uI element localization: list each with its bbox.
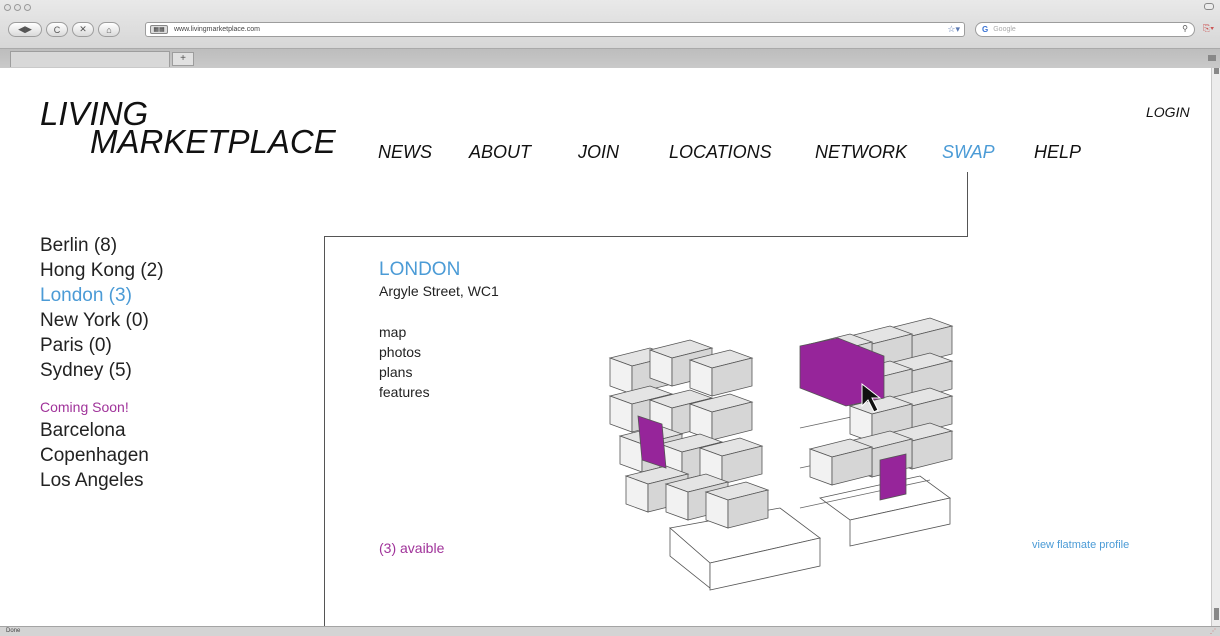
nav-about[interactable]: ABOUT — [469, 142, 531, 163]
stop-button[interactable]: ✕ — [72, 22, 94, 37]
city-sidebar: Berlin (8) Hong Kong (2) London (3) New … — [40, 233, 164, 493]
url-text[interactable]: www.livingmarketplace.com — [174, 26, 260, 33]
coming-soon-city-copenhagen: Copenhagen — [40, 445, 149, 466]
reload-button[interactable]: C — [46, 22, 68, 37]
search-icon[interactable]: ⚲ — [1182, 24, 1188, 33]
plans-link[interactable]: plans — [379, 362, 430, 382]
stop-icon: ✕ — [79, 24, 87, 34]
browser-tab[interactable] — [10, 51, 170, 67]
window-controls — [4, 4, 31, 11]
panel-left-border — [324, 236, 325, 626]
swap-connector-vertical — [967, 172, 968, 236]
scroll-arrows[interactable] — [1214, 608, 1219, 620]
tab-overflow-icon[interactable] — [1208, 55, 1216, 61]
vertical-scrollbar[interactable] — [1211, 68, 1220, 626]
toolbar-toggle-icon[interactable] — [1204, 3, 1214, 10]
home-icon: ⌂ — [106, 24, 112, 35]
city-link-new-york[interactable]: New York (0) — [40, 308, 164, 333]
features-link[interactable]: features — [379, 382, 430, 402]
nav-locations[interactable]: LOCATIONS — [669, 142, 772, 163]
bookmark-star-icon[interactable]: ☆▾ — [947, 24, 960, 35]
close-window-icon[interactable] — [4, 4, 11, 11]
photos-link[interactable]: photos — [379, 342, 430, 362]
nav-swap[interactable]: SWAP — [942, 142, 995, 163]
coming-soon-city-los-angeles: Los Angeles — [40, 470, 144, 491]
city-link-london[interactable]: London (3) — [40, 283, 164, 308]
available-count: (3) avaible — [379, 540, 445, 556]
resize-grip-icon[interactable]: ⋰ — [1210, 628, 1216, 635]
home-button[interactable]: ⌂ — [98, 22, 120, 37]
scroll-thumb[interactable] — [1214, 68, 1219, 74]
browser-chrome: ◀ ▶ C ✕ ⌂ ▦▦ www.livingmarketplace.com ☆… — [0, 0, 1220, 68]
minimize-window-icon[interactable] — [14, 4, 21, 11]
logo-line-2: MARKETPLACE — [90, 123, 336, 160]
coming-soon-label: Coming Soon! — [40, 399, 129, 415]
reload-icon: C — [53, 24, 61, 35]
search-engine-icon[interactable]: G — [982, 25, 988, 34]
forward-icon[interactable]: ▶ — [25, 24, 32, 35]
map-link[interactable]: map — [379, 322, 430, 342]
nav-join[interactable]: JOIN — [578, 142, 619, 163]
left-tower — [609, 339, 769, 529]
building-illustration[interactable] — [590, 298, 980, 618]
nav-network[interactable]: NETWORK — [815, 142, 907, 163]
new-tab-button[interactable]: + — [172, 52, 194, 66]
coming-soon-city-barcelona: Barcelona — [40, 420, 126, 441]
search-placeholder: Google — [993, 26, 1016, 33]
login-link[interactable]: LOGIN — [1146, 104, 1190, 120]
back-icon[interactable]: ◀ — [18, 24, 25, 35]
available-unit-left[interactable] — [637, 415, 667, 469]
status-bar: Done ⋰ — [0, 626, 1220, 636]
status-text: Done — [6, 628, 21, 634]
search-field[interactable]: G Google ⚲ — [975, 22, 1195, 37]
view-flatmate-profile-link[interactable]: view flatmate profile — [1032, 539, 1129, 551]
location-title: LONDON — [379, 259, 461, 280]
city-link-berlin[interactable]: Berlin (8) — [40, 233, 164, 258]
location-links: map photos plans features — [379, 322, 430, 402]
page-menu-icon[interactable]: ⎘▾ — [1203, 23, 1214, 34]
navigation-buttons: ◀ ▶ C ✕ ⌂ — [8, 22, 120, 37]
site-favicon-icon: ▦▦ — [150, 25, 168, 34]
zoom-window-icon[interactable] — [24, 4, 31, 11]
tab-bar: + — [0, 48, 1220, 68]
city-link-hong-kong[interactable]: Hong Kong (2) — [40, 258, 164, 283]
available-unit-right[interactable] — [879, 453, 907, 501]
city-link-paris[interactable]: Paris (0) — [40, 333, 164, 358]
back-forward-button[interactable]: ◀ ▶ — [8, 22, 42, 37]
city-link-sydney[interactable]: Sydney (5) — [40, 358, 164, 383]
location-address: Argyle Street, WC1 — [379, 283, 499, 299]
nav-news[interactable]: NEWS — [378, 142, 432, 163]
address-bar[interactable]: ▦▦ www.livingmarketplace.com ☆▾ — [145, 22, 965, 37]
nav-help[interactable]: HELP — [1034, 142, 1081, 163]
panel-top-border — [324, 236, 968, 237]
site-logo[interactable]: LIVING MARKETPLACE — [40, 97, 336, 160]
